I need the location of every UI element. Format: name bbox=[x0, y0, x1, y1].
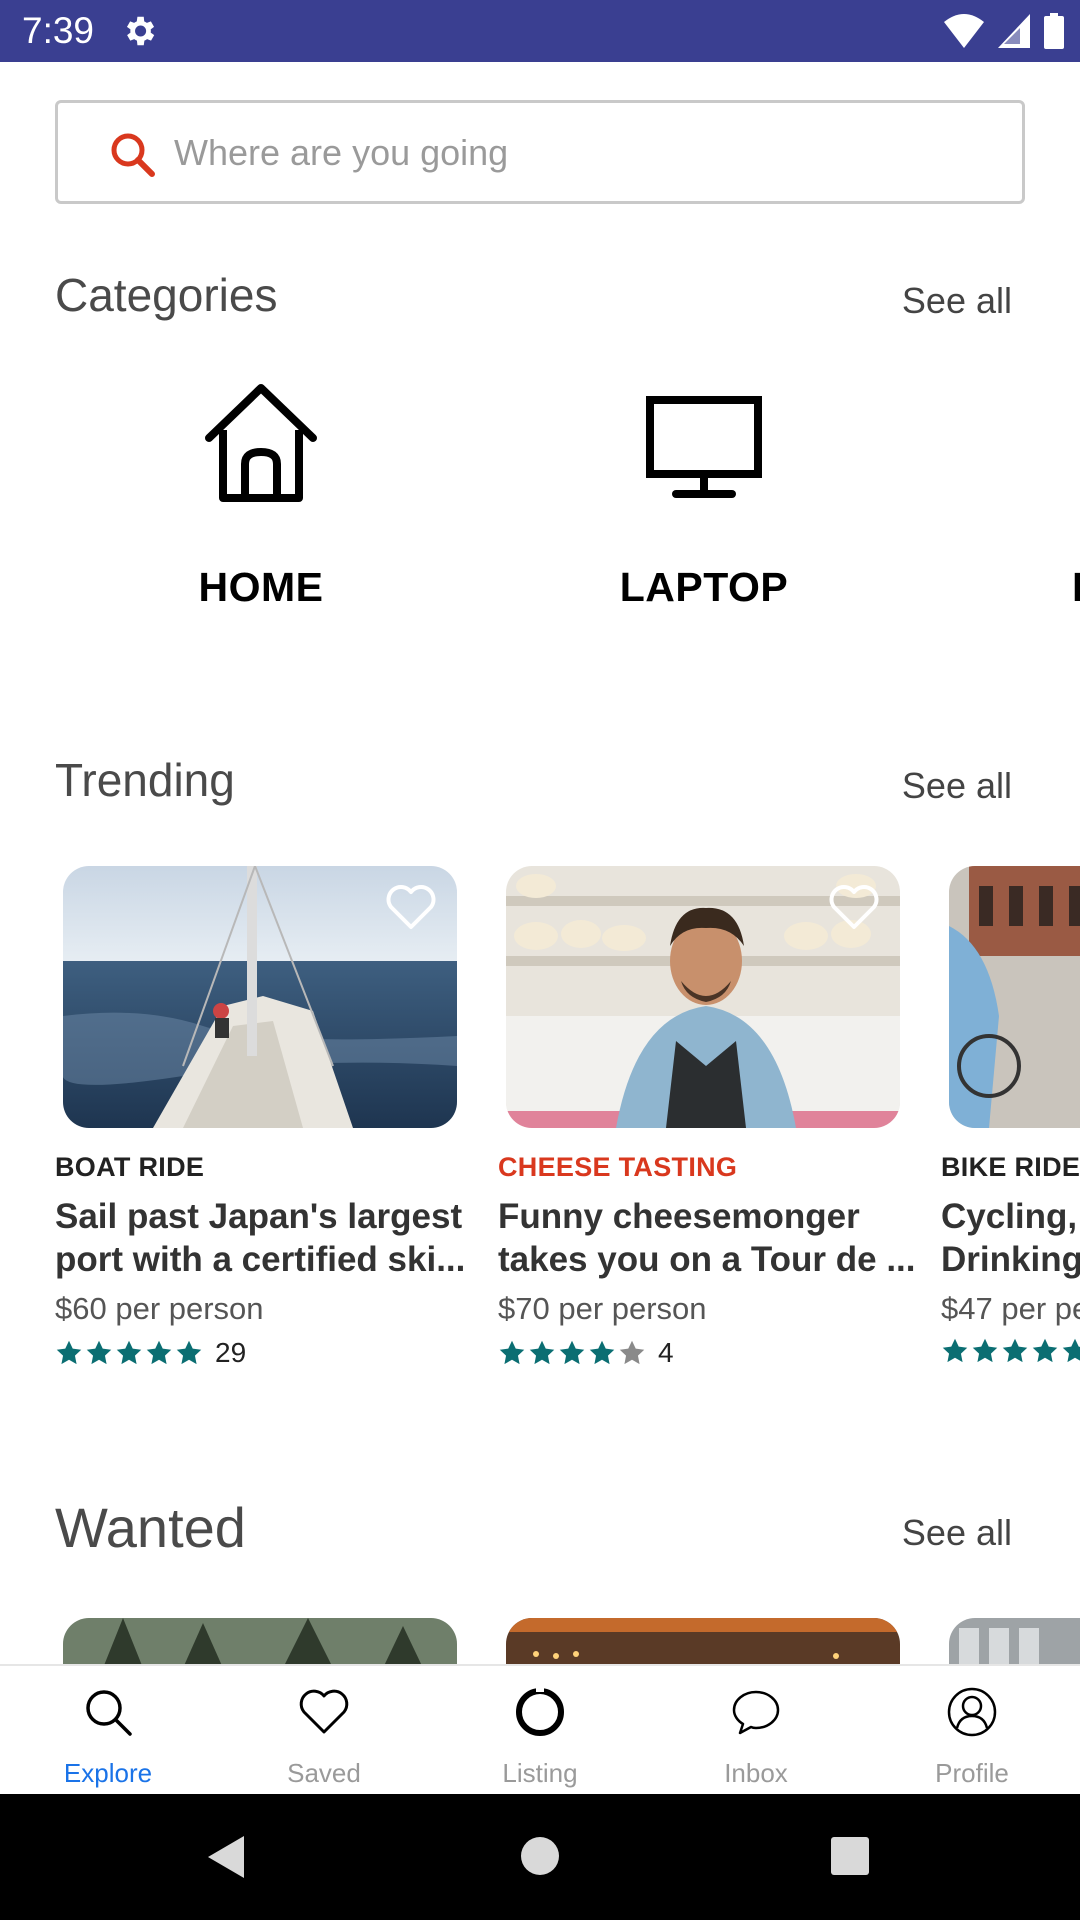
card-category: BIKE RIDE bbox=[941, 1152, 1080, 1182]
star-rating: 29 bbox=[55, 1337, 475, 1369]
nav-explore[interactable]: Explore bbox=[0, 1666, 216, 1796]
recents-square-icon[interactable] bbox=[830, 1836, 870, 1876]
card-title-line: Cycling, bbox=[941, 1197, 1078, 1236]
card-title-line: Funny cheesemonger bbox=[498, 1197, 860, 1236]
card-title-line: port with a certified ski... bbox=[55, 1240, 466, 1279]
cell-signal-icon bbox=[998, 14, 1030, 48]
desktop-icon bbox=[646, 396, 762, 498]
chat-bubble-icon bbox=[732, 1690, 780, 1735]
back-icon[interactable] bbox=[206, 1834, 246, 1880]
star-icon bbox=[146, 1340, 172, 1365]
card-title-line: Sail past Japan's largest bbox=[55, 1197, 463, 1236]
card-title-line: Drinking bbox=[941, 1240, 1080, 1279]
nav-listing[interactable]: Listing bbox=[432, 1666, 648, 1796]
star-icon bbox=[86, 1340, 112, 1365]
category-label: I bbox=[1072, 564, 1080, 610]
category-label: HOME bbox=[198, 564, 324, 610]
status-time: 7:39 bbox=[22, 10, 95, 51]
trending-card-cheese-tasting[interactable]: CHEESE TASTING Funny cheesemonger takes … bbox=[498, 866, 918, 1369]
nav-label: Listing bbox=[502, 1758, 578, 1788]
wanted-title: Wanted bbox=[55, 1496, 246, 1559]
sailboat-photo bbox=[63, 866, 457, 1128]
star-icon bbox=[56, 1340, 82, 1365]
card-title: Sail past Japan's largest port with a ce… bbox=[55, 1195, 473, 1281]
favorite-heart-icon[interactable] bbox=[385, 884, 437, 930]
star-icon bbox=[529, 1340, 555, 1365]
nav-label: Inbox bbox=[724, 1758, 788, 1788]
screen: 7:39 Categories See all bbox=[0, 0, 1080, 1920]
star-icon bbox=[559, 1340, 585, 1365]
card-title: Funny cheesemonger takes you on a Tour d… bbox=[498, 1195, 916, 1281]
category-home[interactable]: HOME bbox=[91, 380, 431, 611]
category-partial[interactable]: I bbox=[1000, 380, 1080, 611]
rating-count: 29 bbox=[215, 1337, 247, 1368]
star-icon bbox=[116, 1340, 142, 1365]
nav-label: Saved bbox=[287, 1758, 361, 1788]
system-nav-bar bbox=[0, 1794, 1080, 1920]
search-icon bbox=[86, 1690, 132, 1736]
wifi-icon bbox=[944, 14, 984, 48]
nav-label: Explore bbox=[63, 1758, 153, 1788]
nav-profile[interactable]: Profile bbox=[864, 1666, 1080, 1796]
category-label: LAPTOP bbox=[619, 564, 789, 610]
categories-title: Categories bbox=[55, 269, 278, 321]
card-price: $60 per person bbox=[55, 1291, 264, 1326]
battery-icon bbox=[1044, 13, 1064, 49]
wanted-card-forest[interactable] bbox=[63, 1618, 457, 1668]
category-laptop[interactable]: LAPTOP bbox=[534, 380, 874, 611]
categories-see-all-link[interactable]: See all bbox=[902, 280, 1012, 322]
card-price: $70 per person bbox=[498, 1291, 707, 1326]
status-bar: 7:39 bbox=[0, 0, 1080, 62]
search-box[interactable] bbox=[55, 100, 1025, 204]
star-icon bbox=[1062, 1338, 1080, 1363]
star-icon bbox=[589, 1340, 615, 1365]
star-icon bbox=[176, 1340, 202, 1365]
wanted-card-restaurant[interactable] bbox=[506, 1618, 900, 1668]
star-icon bbox=[942, 1338, 968, 1363]
rating-count: 4 bbox=[658, 1337, 674, 1368]
nav-inbox[interactable]: Inbox bbox=[648, 1666, 864, 1796]
card-title: Cycling, Drinking bbox=[941, 1195, 1080, 1281]
star-empty-icon bbox=[619, 1340, 645, 1365]
search-input[interactable] bbox=[174, 123, 994, 183]
star-icon bbox=[1002, 1338, 1028, 1363]
star-icon bbox=[972, 1338, 998, 1363]
bike-photo bbox=[949, 866, 1080, 1128]
card-category: BOAT RIDE bbox=[55, 1152, 205, 1182]
heart-icon bbox=[299, 1689, 349, 1734]
settings-gear-icon bbox=[126, 16, 155, 46]
card-price: $47 per pe bbox=[941, 1291, 1080, 1326]
trending-card-bike-ride[interactable]: BIKE RIDE Cycling, Drinking $47 per pe bbox=[941, 866, 1080, 1365]
cheesemonger-photo bbox=[506, 866, 900, 1128]
star-rating bbox=[941, 1337, 1080, 1365]
wanted-card-building[interactable] bbox=[949, 1618, 1080, 1668]
status-icons bbox=[944, 10, 1064, 52]
ring-icon bbox=[516, 1686, 564, 1736]
trending-title: Trending bbox=[55, 754, 235, 806]
home-circle-icon[interactable] bbox=[520, 1836, 560, 1876]
card-title-line: takes you on a Tour de ... bbox=[498, 1240, 916, 1279]
profile-icon bbox=[947, 1687, 997, 1737]
search-icon bbox=[111, 133, 155, 177]
trending-see-all-link[interactable]: See all bbox=[902, 765, 1012, 807]
card-category: CHEESE TASTING bbox=[498, 1152, 738, 1182]
nav-label: Profile bbox=[935, 1758, 1009, 1788]
nav-saved[interactable]: Saved bbox=[216, 1666, 432, 1796]
star-icon bbox=[1032, 1338, 1058, 1363]
trending-card-boat-ride[interactable]: BOAT RIDE Sail past Japan's largest port… bbox=[55, 866, 475, 1369]
favorite-heart-icon[interactable] bbox=[828, 884, 880, 930]
star-rating: 4 bbox=[498, 1337, 918, 1369]
bottom-nav: Explore Saved Listing Inbox Profile bbox=[0, 1664, 1080, 1794]
home-icon bbox=[205, 384, 317, 502]
wanted-see-all-link[interactable]: See all bbox=[902, 1512, 1012, 1554]
star-icon bbox=[499, 1340, 525, 1365]
